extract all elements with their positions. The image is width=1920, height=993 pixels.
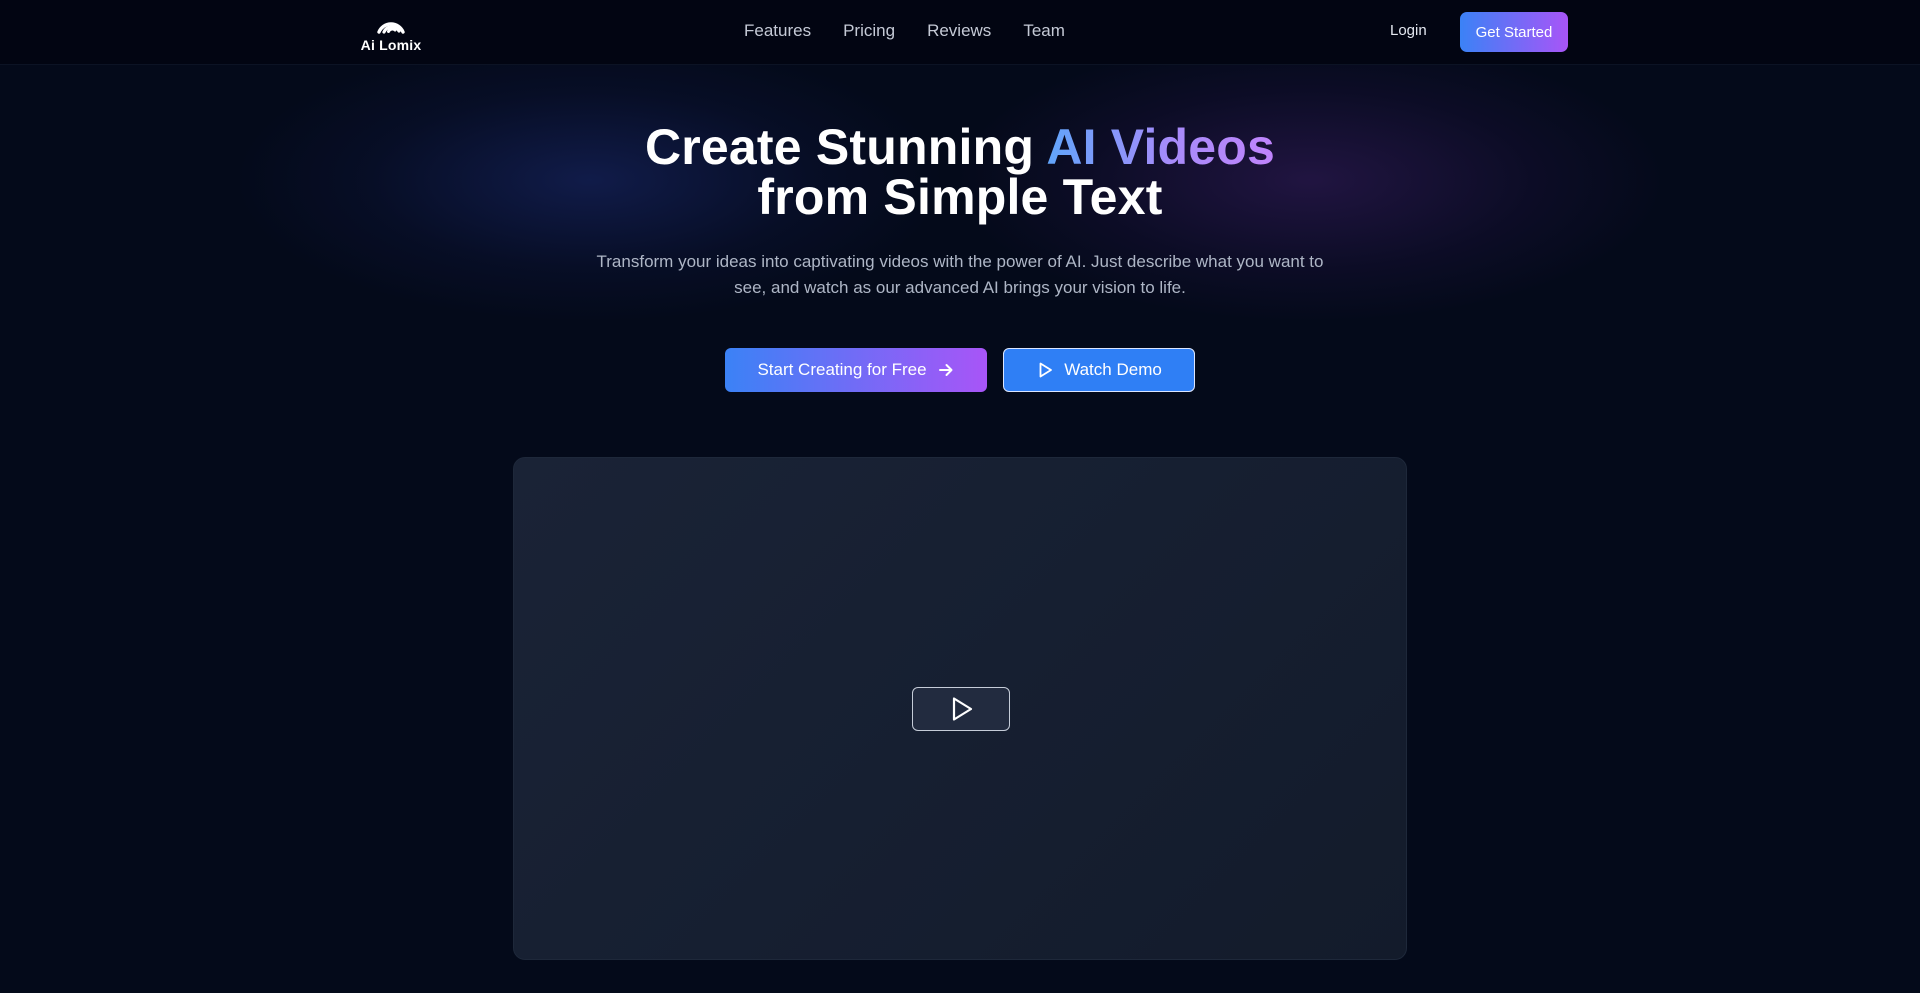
nav-link-pricing[interactable]: Pricing	[843, 21, 895, 45]
top-navbar: Ai Lomix Features Pricing Reviews Team L…	[0, 0, 1920, 65]
brand-logo[interactable]: Ai Lomix	[360, 6, 422, 56]
landing-page: Ai Lomix Features Pricing Reviews Team L…	[0, 0, 1920, 993]
hero-title: Create Stunning AI Videos from Simple Te…	[0, 122, 1920, 222]
get-started-button[interactable]: Get Started	[1460, 12, 1568, 52]
play-icon	[1039, 362, 1053, 378]
play-icon	[952, 697, 973, 721]
main-nav: Features Pricing Reviews Team	[744, 21, 1065, 45]
hero-subtitle: Transform your ideas into captivating vi…	[596, 252, 1324, 297]
nav-link-reviews[interactable]: Reviews	[927, 21, 991, 45]
watch-demo-button[interactable]: Watch Demo	[1003, 348, 1195, 392]
nav-link-team[interactable]: Team	[1023, 21, 1065, 45]
logo-arcs-icon	[377, 22, 405, 34]
hero-title-highlight: AI Videos	[1046, 119, 1276, 175]
arrow-right-icon	[938, 364, 953, 376]
hero-title-line2: from Simple Text	[757, 169, 1163, 225]
login-link[interactable]: Login	[1390, 22, 1427, 39]
video-preview[interactable]	[513, 457, 1407, 960]
watch-demo-label: Watch Demo	[1064, 360, 1162, 379]
start-creating-label: Start Creating for Free	[757, 360, 927, 379]
start-creating-button[interactable]: Start Creating for Free	[725, 348, 987, 392]
brand-name: Ai Lomix	[360, 37, 422, 53]
nav-link-features[interactable]: Features	[744, 21, 811, 45]
hero-title-part1: Create Stunning	[644, 119, 1047, 175]
video-play-button[interactable]	[912, 687, 1010, 731]
